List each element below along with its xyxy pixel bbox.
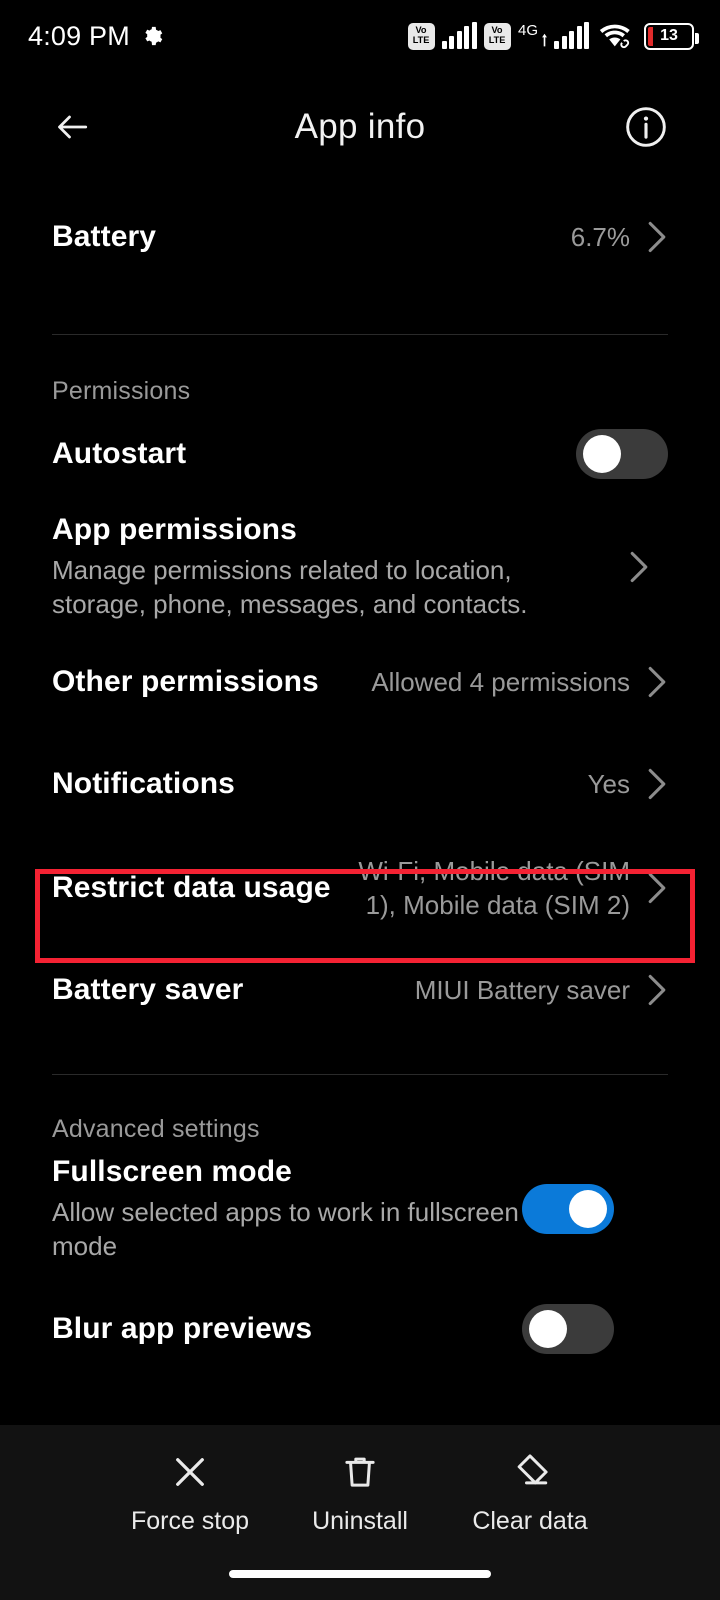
info-button[interactable] xyxy=(620,101,672,153)
volte-sim1-top: Vo xyxy=(415,25,428,36)
status-bar-left: 4:09 PM xyxy=(28,21,163,52)
app-info-screen: 4:09 PM Vo LTE Vo LTE 4G 13 App info Bat… xyxy=(0,0,720,1600)
chevron-right-icon xyxy=(648,872,666,904)
row-app-permissions-title: App permissions xyxy=(52,513,297,546)
gear-icon xyxy=(145,26,163,46)
autostart-toggle-knob xyxy=(583,435,621,473)
row-notifications[interactable]: Notifications Yes xyxy=(0,732,720,836)
section-label-permissions: Permissions xyxy=(52,377,191,405)
uninstall-label: Uninstall xyxy=(312,1507,408,1535)
row-app-permissions[interactable]: App permissions Manage permissions relat… xyxy=(0,502,720,632)
chevron-right-icon xyxy=(648,768,666,800)
row-restrict-data-usage-value: Wi-Fi, Mobile data (SIM 1), Mobile data … xyxy=(358,856,630,920)
row-notifications-value: Yes xyxy=(587,769,630,799)
network-type-label: 4G xyxy=(517,22,538,39)
chevron-right-icon xyxy=(648,974,666,1006)
row-battery-title: Battery xyxy=(52,220,157,253)
row-battery-saver[interactable]: Battery saver MIUI Battery saver xyxy=(0,940,720,1040)
row-other-permissions[interactable]: Other permissions Allowed 4 permissions xyxy=(0,632,720,732)
row-battery-saver-value: MIUI Battery saver xyxy=(414,975,630,1005)
row-restrict-data-usage[interactable]: Restrict data usage Wi-Fi, Mobile data (… xyxy=(0,836,720,940)
page-title: App info xyxy=(294,107,426,146)
row-blur-app-previews[interactable]: Blur app previews xyxy=(0,1274,720,1384)
row-battery-saver-title: Battery saver xyxy=(52,973,244,1006)
volte-sim2-icon: Vo LTE xyxy=(483,22,511,50)
wifi-icon xyxy=(599,24,630,49)
volte-sim2-bottom: LTE xyxy=(489,35,506,46)
chevron-right-icon xyxy=(648,666,666,698)
back-button[interactable] xyxy=(44,99,100,155)
battery-percent-label: 13 xyxy=(660,27,678,44)
row-other-permissions-title: Other permissions xyxy=(52,665,319,698)
row-app-permissions-subtitle: Manage permissions related to location, … xyxy=(52,555,528,619)
row-other-permissions-value: Allowed 4 permissions xyxy=(371,667,630,697)
info-icon xyxy=(626,107,666,147)
eraser-icon xyxy=(517,1454,548,1485)
row-autostart-texts: Autostart xyxy=(52,437,576,471)
battery-icon: 13 xyxy=(644,22,699,50)
force-stop-label: Force stop xyxy=(130,1507,250,1535)
row-other-permissions-texts: Other permissions xyxy=(52,665,353,699)
row-restrict-data-usage-title: Restrict data usage xyxy=(52,871,331,904)
bottom-action-bar: Force stop Uninstall Clear data xyxy=(0,1425,720,1600)
volte-sim2-top: Vo xyxy=(491,25,504,36)
row-fullscreen-mode-texts: Fullscreen mode Allow selected apps to w… xyxy=(52,1155,522,1263)
signal-bars-sim1-icon xyxy=(441,22,477,49)
section-label-advanced-settings: Advanced settings xyxy=(52,1115,260,1143)
row-autostart-title: Autostart xyxy=(52,437,187,470)
row-blur-app-previews-texts: Blur app previews xyxy=(52,1312,522,1346)
force-stop-button[interactable]: Force stop xyxy=(105,1451,275,1536)
autostart-toggle[interactable] xyxy=(576,429,668,479)
volte-sim1-bottom: LTE xyxy=(413,35,430,46)
settings-list[interactable]: Battery 6.7% Permissions Autostart App p… xyxy=(0,182,720,1600)
row-restrict-data-usage-texts: Restrict data usage xyxy=(52,871,332,905)
blur-app-previews-toggle[interactable] xyxy=(522,1304,614,1354)
back-arrow-icon xyxy=(58,115,88,139)
status-bar-clock: 4:09 PM xyxy=(28,20,130,51)
row-battery-value: 6.7% xyxy=(570,222,630,252)
row-battery[interactable]: Battery 6.7% xyxy=(0,182,720,292)
home-indicator[interactable] xyxy=(229,1570,491,1578)
close-x-icon xyxy=(176,1458,204,1486)
chevron-right-icon xyxy=(648,221,666,253)
mobile-data-group: 4G xyxy=(517,22,589,49)
clear-data-label: Clear data xyxy=(472,1507,588,1535)
data-transfer-arrows-icon xyxy=(542,33,547,47)
fullscreen-mode-toggle-knob xyxy=(569,1190,607,1228)
trash-icon xyxy=(345,1457,375,1487)
row-fullscreen-mode-subtitle: Allow selected apps to work in fullscree… xyxy=(52,1197,519,1261)
row-notifications-title: Notifications xyxy=(52,767,235,800)
uninstall-button[interactable]: Uninstall xyxy=(275,1451,445,1536)
status-bar-right: Vo LTE Vo LTE 4G 13 xyxy=(407,22,699,50)
volte-sim1-icon: Vo LTE xyxy=(407,22,435,50)
row-app-permissions-texts: App permissions Manage permissions relat… xyxy=(52,513,612,621)
chevron-right-icon xyxy=(630,551,648,583)
row-autostart[interactable]: Autostart xyxy=(0,406,720,502)
signal-bars-sim2-icon xyxy=(554,22,589,49)
battery-fill xyxy=(648,26,653,46)
blur-app-previews-toggle-knob xyxy=(529,1310,567,1348)
app-bar: App info xyxy=(0,72,720,182)
row-fullscreen-mode-title: Fullscreen mode xyxy=(52,1155,292,1188)
row-battery-texts: Battery xyxy=(52,220,553,254)
row-notifications-texts: Notifications xyxy=(52,767,570,801)
clear-data-button[interactable]: Clear data xyxy=(445,1451,615,1536)
row-blur-app-previews-title: Blur app previews xyxy=(52,1312,313,1345)
status-bar: 4:09 PM Vo LTE Vo LTE 4G 13 xyxy=(0,0,720,72)
row-fullscreen-mode[interactable]: Fullscreen mode Allow selected apps to w… xyxy=(0,1144,720,1274)
row-battery-saver-texts: Battery saver xyxy=(52,973,397,1007)
fullscreen-mode-toggle[interactable] xyxy=(522,1184,614,1234)
